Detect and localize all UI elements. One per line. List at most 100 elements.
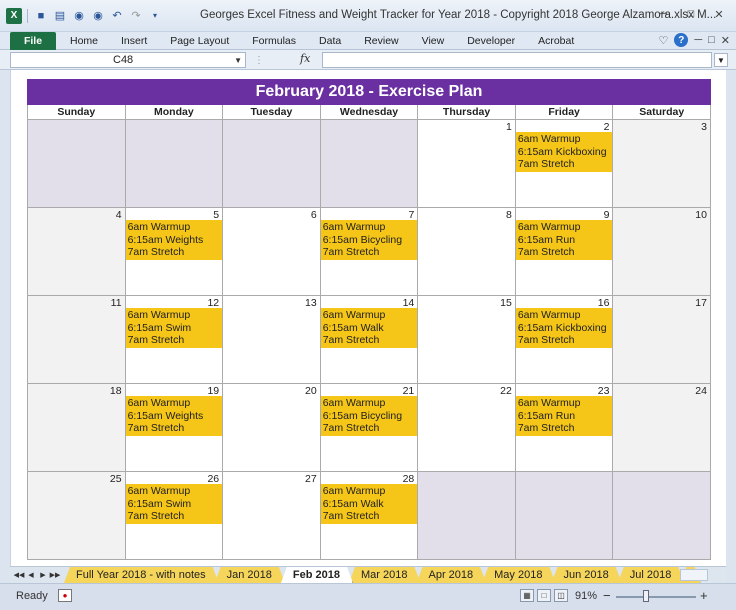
calendar-cell[interactable]: 19 6am Warmup 6:15am Weights 7am Stretch bbox=[125, 384, 224, 472]
tab-home[interactable]: Home bbox=[70, 32, 98, 50]
exercise-event[interactable]: 6am Warmup 6:15am Run 7am Stretch bbox=[515, 220, 613, 260]
close-icon[interactable]: ✕ bbox=[706, 4, 732, 24]
calendar-cell[interactable]: 28 6am Warmup 6:15am Walk 7am Stretch bbox=[320, 472, 419, 560]
calendar-cell-empty[interactable] bbox=[320, 120, 419, 208]
zoom-slider-thumb[interactable] bbox=[643, 590, 649, 602]
formula-divider-icon[interactable]: ⋮ bbox=[252, 52, 266, 68]
help-icon[interactable]: ? bbox=[674, 33, 689, 47]
calendar-cell[interactable]: 17 bbox=[613, 296, 711, 384]
tab-review[interactable]: Review bbox=[364, 32, 398, 50]
formula-input[interactable] bbox=[322, 52, 712, 68]
calendar-cell[interactable]: 9 6am Warmup 6:15am Run 7am Stretch bbox=[515, 208, 614, 296]
customize-icon[interactable]: ▾ bbox=[147, 8, 163, 24]
last-sheet-icon[interactable]: ▶▶ bbox=[49, 571, 61, 579]
tab-view[interactable]: View bbox=[422, 32, 445, 50]
macro-record-icon[interactable]: ● bbox=[58, 589, 72, 602]
calendar-cell[interactable]: 6 bbox=[223, 208, 321, 296]
exercise-event[interactable]: 6am Warmup 6:15am Bicycling 7am Stretch bbox=[320, 220, 418, 260]
calendar-cell-empty[interactable] bbox=[28, 120, 126, 208]
sheet-tab[interactable]: Jun 2018 bbox=[551, 567, 621, 583]
exercise-event[interactable]: 6am Warmup 6:15am Walk 7am Stretch bbox=[320, 308, 418, 348]
redo-icon[interactable]: ↷ bbox=[128, 8, 144, 24]
calendar-cell[interactable]: 18 bbox=[28, 384, 126, 472]
tab-page-layout[interactable]: Page Layout bbox=[170, 32, 229, 50]
minimize-ribbon-icon[interactable]: ♡ bbox=[658, 34, 668, 47]
binoculars-icon[interactable]: ◉ bbox=[71, 8, 87, 24]
zoom-slider[interactable] bbox=[616, 596, 696, 598]
chevron-down-icon[interactable]: ▼ bbox=[234, 56, 242, 65]
fx-icon[interactable]: fx bbox=[300, 52, 310, 65]
calendar-cell[interactable]: 10 bbox=[613, 208, 711, 296]
excel-logo-icon[interactable]: X bbox=[6, 7, 22, 24]
calendar-cell[interactable]: 26 6am Warmup 6:15am Swim 7am Stretch bbox=[125, 472, 224, 560]
expand-formula-icon[interactable]: ▼ bbox=[714, 53, 728, 67]
exercise-event[interactable]: 6am Warmup 6:15am Swim 7am Stretch bbox=[125, 484, 223, 524]
minimize-icon[interactable]: ─ bbox=[650, 4, 676, 24]
page-layout-view-icon[interactable]: □ bbox=[537, 589, 551, 602]
calendar-cell[interactable]: 15 bbox=[418, 296, 516, 384]
calendar-cell[interactable]: 25 bbox=[28, 472, 126, 560]
tab-data[interactable]: Data bbox=[319, 32, 341, 50]
tab-file[interactable]: File bbox=[10, 31, 56, 50]
sheet-tab[interactable]: Apr 2018 bbox=[416, 567, 486, 583]
window-minimize-icon[interactable]: ─ bbox=[694, 34, 702, 46]
calendar-cell-empty[interactable] bbox=[223, 120, 321, 208]
exercise-event[interactable]: 6am Warmup 6:15am Kickboxing 7am Stretch bbox=[515, 308, 613, 348]
calendar-cell[interactable]: 11 bbox=[28, 296, 126, 384]
sheet-tab[interactable]: Full Year 2018 - with notes bbox=[64, 567, 219, 583]
calendar-cell[interactable]: 12 6am Warmup 6:15am Swim 7am Stretch bbox=[125, 296, 224, 384]
calendar-cell[interactable]: 1 bbox=[418, 120, 516, 208]
binoculars-dropdown-icon[interactable]: ◉ bbox=[90, 8, 106, 24]
sheet-tab[interactable]: Jul 2018 bbox=[618, 567, 685, 583]
undo-icon[interactable]: ↶ bbox=[109, 8, 125, 24]
calendar-cell[interactable]: 27 bbox=[223, 472, 321, 560]
exercise-event[interactable]: 6am Warmup 6:15am Kickboxing 7am Stretch bbox=[515, 132, 613, 172]
exercise-event[interactable]: 6am Warmup 6:15am Weights 7am Stretch bbox=[125, 396, 223, 436]
calendar-cell[interactable]: 20 bbox=[223, 384, 321, 472]
worksheet[interactable]: February 2018 - Exercise Plan Sunday Mond… bbox=[10, 70, 726, 566]
sheet-tab[interactable]: Feb 2018 bbox=[281, 567, 353, 583]
exercise-event[interactable]: 6am Warmup 6:15am Walk 7am Stretch bbox=[320, 484, 418, 524]
normal-view-icon[interactable]: ▦ bbox=[520, 589, 534, 602]
tab-formulas[interactable]: Formulas bbox=[252, 32, 296, 50]
calendar-cell-empty[interactable] bbox=[515, 472, 614, 560]
calendar-cell[interactable]: 14 6am Warmup 6:15am Walk 7am Stretch bbox=[320, 296, 419, 384]
calendar-cell[interactable]: 24 bbox=[613, 384, 711, 472]
calendar-cell[interactable]: 16 6am Warmup 6:15am Kickboxing 7am Stretch bbox=[515, 296, 614, 384]
zoom-in-icon[interactable]: + bbox=[700, 588, 708, 603]
window-restore-icon[interactable]: □ bbox=[708, 34, 715, 46]
calendar-cell[interactable]: 5 6am Warmup 6:15am Weights 7am Stretch bbox=[125, 208, 224, 296]
calendar-cell-empty[interactable] bbox=[418, 472, 516, 560]
zoom-level[interactable]: 91% bbox=[575, 590, 597, 602]
tab-developer[interactable]: Developer bbox=[467, 32, 515, 50]
first-sheet-icon[interactable]: ◀◀ bbox=[13, 571, 25, 579]
sheet-tab[interactable]: May 2018 bbox=[482, 567, 555, 583]
save-icon[interactable]: ■ bbox=[33, 8, 49, 24]
exercise-event[interactable]: 6am Warmup 6:15am Weights 7am Stretch bbox=[125, 220, 223, 260]
window-close-icon[interactable]: ✕ bbox=[721, 34, 730, 47]
calendar-cell[interactable]: 13 bbox=[223, 296, 321, 384]
tab-insert[interactable]: Insert bbox=[121, 32, 147, 50]
exercise-event[interactable]: 6am Warmup 6:15am Run 7am Stretch bbox=[515, 396, 613, 436]
exercise-event[interactable]: 6am Warmup 6:15am Swim 7am Stretch bbox=[125, 308, 223, 348]
calendar-cell[interactable]: 2 6am Warmup 6:15am Kickboxing 7am Stretch bbox=[515, 120, 614, 208]
horizontal-scrollbar[interactable] bbox=[680, 569, 708, 581]
calendar-cell[interactable]: 3 bbox=[613, 120, 711, 208]
restore-icon[interactable]: □ bbox=[678, 4, 704, 24]
exercise-event[interactable]: 6am Warmup 6:15am Bicycling 7am Stretch bbox=[320, 396, 418, 436]
page-break-view-icon[interactable]: ◫ bbox=[554, 589, 568, 602]
calendar-cell[interactable]: 23 6am Warmup 6:15am Run 7am Stretch bbox=[515, 384, 614, 472]
name-box[interactable]: C48 ▼ bbox=[10, 52, 246, 68]
sheet-tab[interactable]: Jan 2018 bbox=[215, 567, 285, 583]
zoom-out-icon[interactable]: − bbox=[603, 588, 611, 603]
next-sheet-icon[interactable]: ▶ bbox=[37, 571, 49, 579]
tab-acrobat[interactable]: Acrobat bbox=[538, 32, 574, 50]
calendar-cell-empty[interactable] bbox=[125, 120, 224, 208]
form-icon[interactable]: ▤ bbox=[52, 8, 68, 24]
calendar-cell[interactable]: 7 6am Warmup 6:15am Bicycling 7am Stretch bbox=[320, 208, 419, 296]
calendar-cell[interactable]: 4 bbox=[28, 208, 126, 296]
prev-sheet-icon[interactable]: ◀ bbox=[25, 571, 37, 579]
calendar-cell[interactable]: 8 bbox=[418, 208, 516, 296]
sheet-tab[interactable]: Mar 2018 bbox=[349, 567, 420, 583]
calendar-cell-empty[interactable] bbox=[613, 472, 711, 560]
